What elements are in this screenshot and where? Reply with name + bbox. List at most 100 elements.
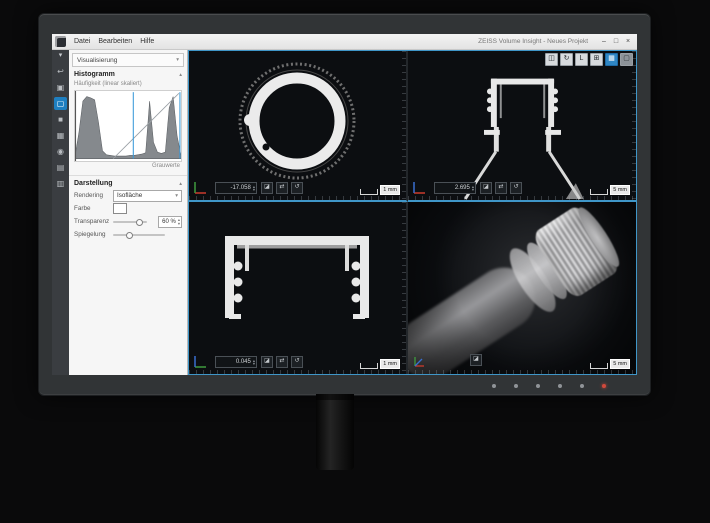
chevron-down-icon: ▾ [175, 193, 178, 199]
slice-position-spinbox[interactable]: -17.058 ▴▾ [215, 182, 257, 194]
settings-tool-icon[interactable]: ▥ [54, 177, 67, 190]
menu-bearbeiten[interactable]: Bearbeiten [98, 38, 132, 45]
slice-tools: ◪⇄↺ [480, 182, 522, 194]
menu-hilfe[interactable]: Hilfe [140, 38, 154, 45]
report-tool-icon[interactable]: ▤ [54, 161, 67, 174]
slice-sync-icon[interactable]: ⇄ [276, 356, 288, 368]
monitor-button[interactable] [558, 384, 562, 388]
histogram-xlabel: Grauwerte [69, 162, 187, 171]
rendering-select[interactable]: Isofläche ▾ [113, 190, 182, 202]
visualization-panel: Visualisierung ▾ Histogramm ▴ Häufigkeit… [69, 50, 188, 375]
panel-mode-label: Visualisierung [77, 57, 117, 64]
app-window: Datei Bearbeiten Hilfe ZEISS Volume Insi… [52, 34, 637, 375]
slice-tools: ◪⇄↺ [261, 356, 303, 368]
collapse-panel-icon[interactable]: ▾ [59, 50, 63, 62]
slice-sync-icon[interactable]: ⇄ [495, 182, 507, 194]
color-label: Farbe [74, 205, 110, 212]
ruler [189, 370, 406, 374]
histogram-title: Histogramm [74, 71, 115, 78]
chevron-up-icon: ▴ [179, 72, 182, 78]
display-section-header[interactable]: Darstellung ▴ [69, 178, 187, 189]
slice-tools: ◪⇄↺ [261, 182, 303, 194]
scale-line [590, 363, 608, 369]
volume-render [408, 202, 636, 374]
histogram-chart[interactable] [74, 90, 182, 162]
clipping-tool-icon[interactable]: ▣ [54, 81, 67, 94]
slice-position-value: 0.045 [236, 359, 251, 365]
transparency-slider[interactable] [113, 217, 147, 226]
layout-single-button[interactable]: ▢ [620, 53, 633, 66]
transparency-spinbox[interactable]: 60 % ▴▾ [158, 216, 182, 228]
chevron-down-icon: ▾ [176, 57, 179, 63]
ruler [402, 202, 406, 374]
scale-label: 1 mm [380, 359, 400, 369]
slice-plane-icon[interactable]: ◪ [470, 354, 482, 366]
slice-position-spinbox[interactable]: 2.695 ▴▾ [434, 182, 476, 194]
maximize-button[interactable]: □ [610, 35, 622, 48]
grid-view-tool-icon[interactable]: ▦ [54, 129, 67, 142]
import-tool-icon[interactable]: ↩ [54, 65, 67, 78]
reset-view-button[interactable]: ↻ [560, 53, 573, 66]
slice-reset-icon[interactable]: ↺ [291, 356, 303, 368]
color-swatch[interactable] [113, 203, 127, 214]
rendering-value: Isofläche [117, 192, 142, 199]
ruler [632, 51, 636, 200]
slice-position-value: 2.695 [455, 185, 470, 191]
layout-quad-button[interactable]: ▦ [605, 53, 618, 66]
chevron-up-icon: ▴ [179, 181, 182, 187]
window-controls: –□× [598, 35, 634, 48]
ruler [402, 51, 406, 200]
fit-view-button[interactable]: ⊞ [590, 53, 603, 66]
close-button[interactable]: × [622, 35, 634, 48]
histogram-subtitle: Häufigkeit (linear skaliert) [69, 80, 187, 88]
viewport-grid: -17.058 ▴▾ ◪⇄↺ 1 mm ◫↻L⊞▦▢ [188, 50, 637, 375]
slice-plane-icon[interactable]: ◪ [480, 182, 492, 194]
axis-triad [412, 355, 426, 369]
mirror-slider[interactable] [113, 230, 165, 239]
monitor-button[interactable] [580, 384, 584, 388]
slice-plane-icon[interactable]: ◪ [261, 356, 273, 368]
slice-reset-icon[interactable]: ↺ [510, 182, 522, 194]
window-title: ZEISS Volume Insight - Neues Projekt [478, 38, 588, 45]
ruler [408, 370, 636, 374]
minimize-button[interactable]: – [598, 35, 610, 48]
app-logo-icon [55, 36, 66, 47]
spin-down-icon[interactable]: ▾ [178, 222, 180, 225]
monitor: Datei Bearbeiten Hilfe ZEISS Volume Insi… [38, 13, 651, 396]
monitor-buttons [492, 384, 606, 388]
spin-down-icon[interactable]: ▾ [253, 188, 255, 191]
viewport-sagittal-slice[interactable]: 0.045 ▴▾ ◪⇄↺ 1 mm [189, 202, 408, 374]
monitor-button[interactable] [536, 384, 540, 388]
screenshot-button[interactable]: ◫ [545, 53, 558, 66]
viewport-3d-render[interactable]: ◪ 5 mm [408, 202, 636, 374]
scale-label: 1 mm [380, 185, 400, 195]
monitor-stand [316, 394, 354, 470]
panel-mode-select[interactable]: Visualisierung ▾ [72, 53, 184, 67]
slice-plane-icon[interactable]: ◪ [261, 182, 273, 194]
slice-sync-icon[interactable]: ⇄ [276, 182, 288, 194]
axes-button[interactable]: L [575, 53, 588, 66]
registration-tool-icon[interactable]: ■ [54, 113, 67, 126]
menubar: Datei Bearbeiten Hilfe [74, 38, 154, 45]
scale-label: 5 mm [610, 185, 630, 195]
monitor-button[interactable] [492, 384, 496, 388]
viewport-axial-slice[interactable]: -17.058 ▴▾ ◪⇄↺ 1 mm [189, 51, 408, 202]
viewport-frontal-slice[interactable]: ◫↻L⊞▦▢ [408, 51, 636, 202]
spin-down-icon[interactable]: ▾ [253, 362, 255, 365]
histogram-section-header[interactable]: Histogramm ▴ [69, 69, 187, 80]
slice-reset-icon[interactable]: ↺ [291, 182, 303, 194]
scale-label: 5 mm [610, 359, 630, 369]
scene: Datei Bearbeiten Hilfe ZEISS Volume Insi… [0, 0, 710, 523]
slice-position-spinbox[interactable]: 0.045 ▴▾ [215, 356, 257, 368]
measure-tool-icon[interactable]: ◉ [54, 145, 67, 158]
scale-line [590, 189, 608, 195]
power-led[interactable] [602, 384, 606, 388]
menu-datei[interactable]: Datei [74, 38, 90, 45]
visualization-tool-icon[interactable]: ▢ [54, 97, 67, 110]
render-tools: ◪ [470, 354, 482, 366]
monitor-button[interactable] [514, 384, 518, 388]
ruler [189, 196, 406, 200]
axis-indicator [412, 181, 426, 195]
scale-line [360, 363, 378, 369]
spin-down-icon[interactable]: ▾ [472, 188, 474, 191]
